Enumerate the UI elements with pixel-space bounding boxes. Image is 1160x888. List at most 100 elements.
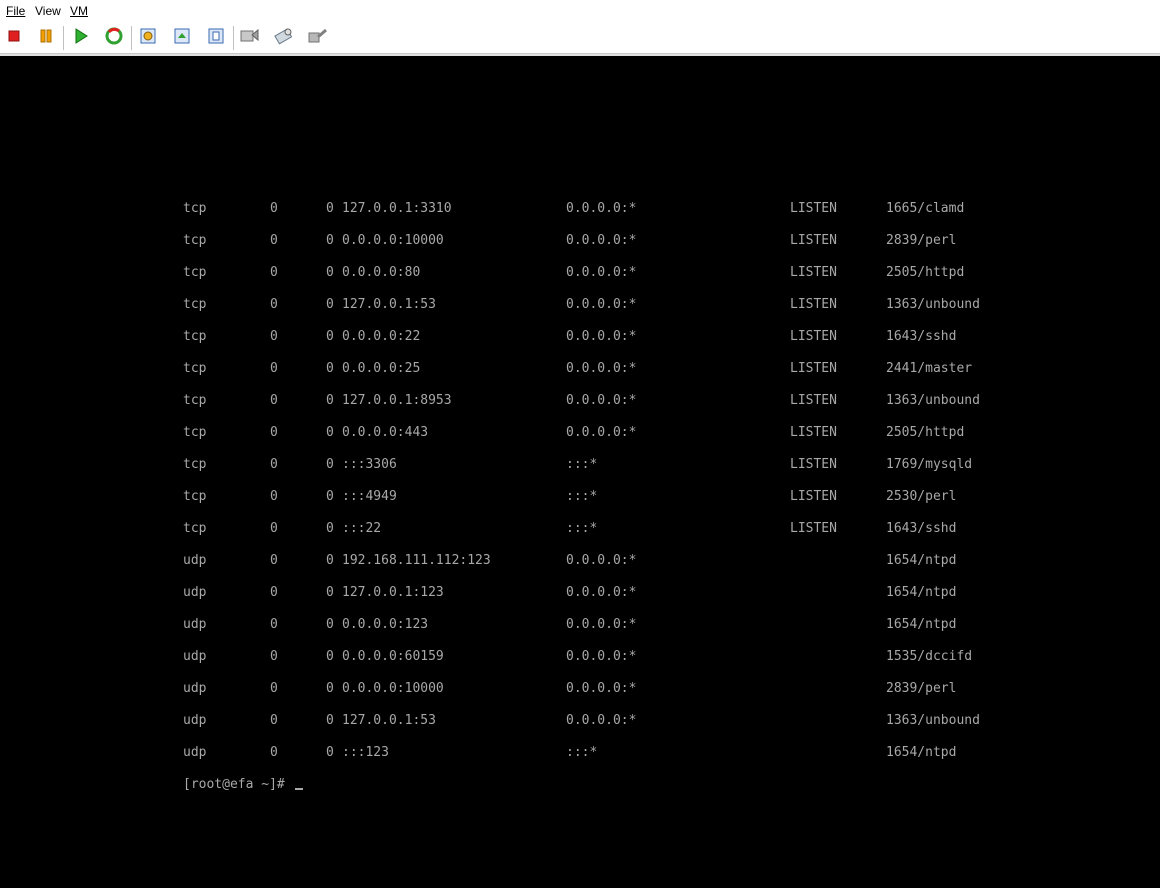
local-address-cell: 127.0.0.1:53	[342, 713, 436, 728]
pid-program-cell: 2441/master	[886, 361, 973, 376]
foreign-address-cell: 0.0.0.0:*	[566, 425, 637, 440]
foreign-address-cell: 0.0.0.0:*	[566, 329, 637, 344]
foreign-address-cell: 0.0.0.0:*	[566, 265, 637, 280]
pid-program-cell: 1654/ntpd	[886, 617, 957, 632]
local-address-cell: 0.0.0.0:443	[342, 425, 429, 440]
state-cell: LISTEN	[790, 425, 837, 440]
play-icon	[74, 27, 88, 49]
proto-cell: udp	[183, 553, 207, 568]
foreign-address-cell: :::*	[566, 489, 598, 504]
stop-button[interactable]	[3, 26, 25, 50]
state-cell: LISTEN	[790, 265, 837, 280]
proto-cell: tcp	[183, 297, 207, 312]
recv-q-cell: 0	[270, 233, 278, 248]
proto-cell: udp	[183, 713, 207, 728]
foreign-address-cell: 0.0.0.0:*	[566, 201, 637, 216]
pause-icon	[39, 29, 53, 48]
state-cell: LISTEN	[790, 297, 837, 312]
shell-prompt: [root@efa ~]#	[183, 777, 285, 792]
foreign-address-cell: 0.0.0.0:*	[566, 681, 637, 696]
proto-cell: udp	[183, 617, 207, 632]
recv-q-cell: 0	[270, 681, 278, 696]
send-q-cell: 0	[326, 233, 334, 248]
pid-program-cell: 1665/clamd	[886, 201, 965, 216]
proto-cell: tcp	[183, 329, 207, 344]
pid-program-cell: 1363/unbound	[886, 297, 980, 312]
edit-settings-icon	[274, 27, 294, 50]
vm-settings-icon	[240, 27, 260, 50]
pid-program-cell: 1643/sshd	[886, 329, 957, 344]
proto-cell: tcp	[183, 489, 207, 504]
pid-program-cell: 2530/perl	[886, 489, 957, 504]
snapshot-manager-button[interactable]	[205, 26, 227, 50]
send-q-cell: 0	[326, 265, 334, 280]
menu-file[interactable]: File	[6, 4, 25, 18]
foreign-address-cell: 0.0.0.0:*	[566, 649, 637, 664]
pid-program-cell: 2839/perl	[886, 233, 957, 248]
pid-program-cell: 1363/unbound	[886, 393, 980, 408]
pid-program-cell: 1654/ntpd	[886, 745, 957, 760]
toolbar-separator	[63, 26, 64, 50]
edit-settings-button[interactable]	[273, 26, 295, 50]
state-cell: LISTEN	[790, 201, 837, 216]
recv-q-cell: 0	[270, 361, 278, 376]
pid-program-cell: 1363/unbound	[886, 713, 980, 728]
proto-cell: udp	[183, 745, 207, 760]
local-address-cell: 192.168.111.112:123	[342, 553, 491, 568]
recv-q-cell: 0	[270, 201, 278, 216]
send-q-cell: 0	[326, 713, 334, 728]
pid-program-cell: 1654/ntpd	[886, 553, 957, 568]
pid-program-cell: 2505/httpd	[886, 425, 965, 440]
proto-cell: udp	[183, 585, 207, 600]
state-cell: LISTEN	[790, 361, 837, 376]
state-cell: LISTEN	[790, 329, 837, 344]
foreign-address-cell: 0.0.0.0:*	[566, 553, 637, 568]
send-q-cell: 0	[326, 489, 334, 504]
proto-cell: tcp	[183, 361, 207, 376]
menu-vm[interactable]: VM	[70, 4, 88, 18]
pid-program-cell: 2505/httpd	[886, 265, 965, 280]
recv-q-cell: 0	[270, 745, 278, 760]
vm-settings-button[interactable]	[239, 26, 261, 50]
state-cell: LISTEN	[790, 457, 837, 472]
menu-view-label: View	[35, 4, 61, 18]
tools-icon	[308, 27, 328, 50]
recv-q-cell: 0	[270, 329, 278, 344]
recv-q-cell: 0	[270, 713, 278, 728]
snapshot-button[interactable]	[137, 26, 159, 50]
foreign-address-cell: :::*	[566, 745, 598, 760]
snapshot-revert-button[interactable]	[171, 26, 193, 50]
recv-q-cell: 0	[270, 649, 278, 664]
pid-program-cell: 1654/ntpd	[886, 585, 957, 600]
proto-cell: tcp	[183, 393, 207, 408]
recv-q-cell: 0	[270, 297, 278, 312]
send-q-cell: 0	[326, 329, 334, 344]
proto-cell: tcp	[183, 425, 207, 440]
recv-q-cell: 0	[270, 265, 278, 280]
proto-cell: tcp	[183, 265, 207, 280]
snapshot-manager-icon	[207, 27, 225, 50]
pid-program-cell: 1643/sshd	[886, 521, 957, 536]
snapshot-icon	[139, 27, 157, 50]
reset-button[interactable]	[103, 26, 125, 50]
proto-cell: udp	[183, 681, 207, 696]
foreign-address-cell: 0.0.0.0:*	[566, 297, 637, 312]
recv-q-cell: 0	[270, 585, 278, 600]
local-address-cell: 0.0.0.0:10000	[342, 233, 444, 248]
pause-button[interactable]	[35, 26, 57, 50]
state-cell: LISTEN	[790, 521, 837, 536]
send-q-cell: 0	[326, 201, 334, 216]
foreign-address-cell: 0.0.0.0:*	[566, 617, 637, 632]
play-button[interactable]	[70, 26, 92, 50]
foreign-address-cell: 0.0.0.0:*	[566, 713, 637, 728]
local-address-cell: 0.0.0.0:10000	[342, 681, 444, 696]
send-q-cell: 0	[326, 361, 334, 376]
proto-cell: udp	[183, 649, 207, 664]
menu-view[interactable]: View	[35, 4, 61, 18]
toolbar-separator	[131, 26, 132, 50]
tools-button[interactable]	[307, 26, 329, 50]
recv-q-cell: 0	[270, 425, 278, 440]
snapshot-revert-icon	[173, 27, 191, 50]
foreign-address-cell: 0.0.0.0:*	[566, 585, 637, 600]
local-address-cell: :::22	[342, 521, 382, 536]
